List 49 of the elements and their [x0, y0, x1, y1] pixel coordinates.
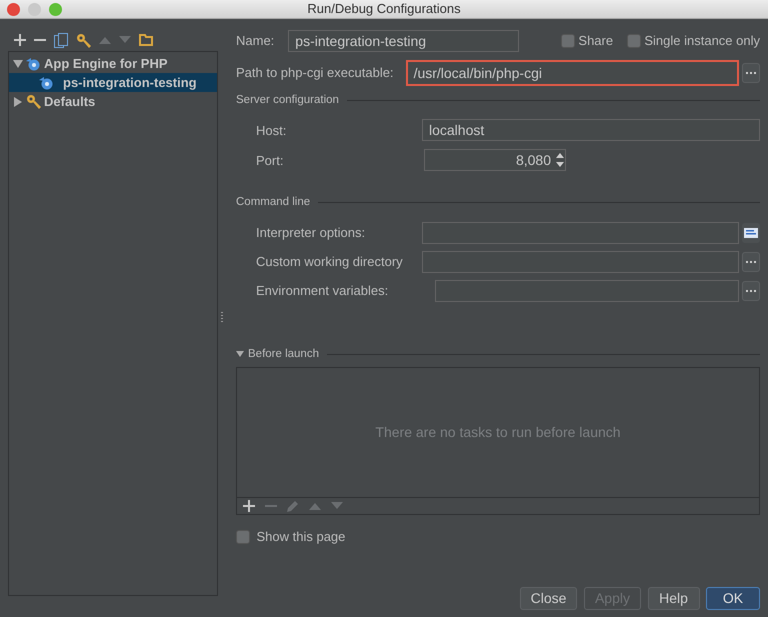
browse-button[interactable] — [742, 280, 760, 300]
field-label: Host: — [256, 122, 288, 140]
list-icon — [744, 228, 758, 238]
expand-arrow-icon[interactable] — [13, 96, 23, 106]
host-field[interactable]: localhost — [422, 119, 760, 142]
name-field[interactable]: ps-integration-testing — [288, 30, 520, 52]
folder-icon[interactable] — [139, 34, 153, 46]
checkbox-label: Show this page — [256, 528, 346, 546]
field-label: Path to php-cgi executable: — [236, 64, 394, 82]
copy-icon[interactable] — [54, 32, 68, 48]
field-label: Environment variables: — [256, 282, 390, 300]
zoom-window-button[interactable] — [49, 3, 62, 16]
section-title: Command line — [236, 195, 310, 210]
dialog-button[interactable]: Close — [520, 587, 578, 610]
collapse-arrow-icon[interactable] — [236, 351, 244, 358]
splitter-handle-icon[interactable] — [221, 312, 223, 324]
checkbox-label: Single instance only — [644, 32, 760, 50]
add-icon[interactable] — [14, 34, 26, 46]
text-field[interactable] — [422, 222, 739, 244]
expand-button[interactable] — [742, 222, 760, 242]
field-label: Port: — [256, 152, 284, 170]
close-window-button[interactable] — [7, 3, 20, 16]
tree-item[interactable]: Defaults — [9, 92, 217, 111]
path-field[interactable]: /usr/local/bin/php-cgi — [406, 60, 739, 86]
engine-icon — [39, 76, 54, 90]
collapse-arrow-icon[interactable] — [13, 58, 23, 68]
empty-list-message: There are no tasks to run before launch — [375, 422, 621, 442]
checkbox-label: Share — [578, 32, 614, 50]
checkbox[interactable] — [627, 34, 642, 48]
engine-icon — [26, 56, 41, 70]
section-title: Before launch — [248, 346, 319, 362]
add-icon[interactable] — [243, 500, 255, 512]
dialog-button[interactable]: Help — [648, 587, 700, 610]
checkbox[interactable] — [561, 34, 576, 48]
browse-button[interactable] — [742, 63, 760, 83]
tree-item[interactable]: App Engine for PHP — [9, 54, 217, 73]
text-field[interactable] — [435, 280, 739, 302]
checkbox[interactable] — [236, 530, 250, 544]
dialog-button[interactable]: OK — [706, 587, 760, 610]
field-label: Interpreter options: — [256, 224, 366, 242]
text-field[interactable] — [422, 250, 739, 272]
browse-button[interactable] — [742, 252, 760, 272]
tree-item[interactable]: ps-integration-testing — [9, 73, 217, 92]
field-label: Name: — [236, 32, 274, 50]
spinner-arrows-icon[interactable] — [555, 152, 565, 168]
port-spinner[interactable]: 8,080 — [424, 149, 566, 172]
window-title: Run/Debug Configurations — [307, 0, 461, 18]
field-label: Custom working directory — [256, 252, 404, 271]
section-title: Server configuration — [236, 93, 339, 108]
